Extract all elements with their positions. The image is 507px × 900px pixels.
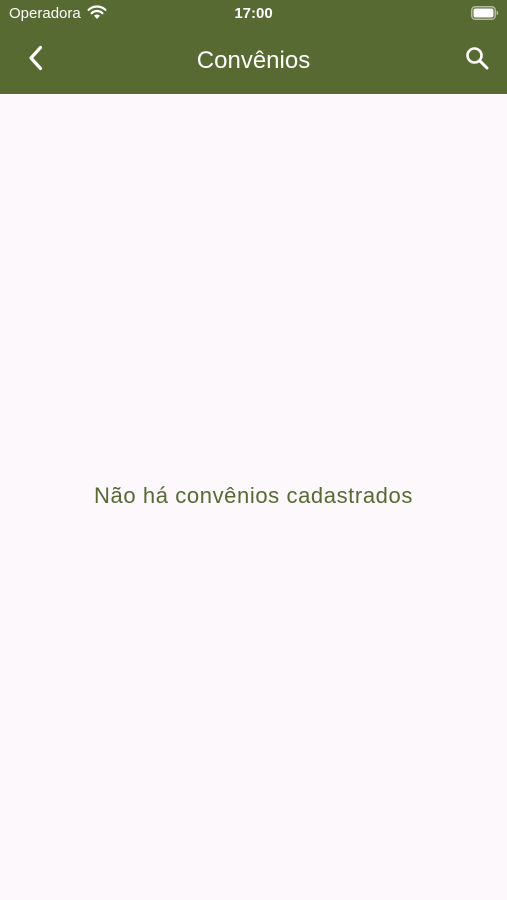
chevron-left-icon — [28, 45, 44, 76]
page-title: Convênios — [196, 47, 311, 74]
search-icon — [465, 46, 489, 75]
navigation-bar: Convênios — [0, 28, 507, 94]
back-button[interactable] — [18, 42, 54, 78]
content-area: Não há convênios cadastrados — [0, 94, 507, 900]
app-screen: Operadora 17:00 Convênios Não há convêni… — [0, 0, 507, 900]
status-time: 17:00 — [234, 5, 273, 22]
empty-state-message: Não há convênios cadastrados — [94, 483, 413, 508]
status-bar: Operadora 17:00 — [0, 0, 507, 28]
battery-full-icon — [471, 6, 499, 20]
search-button[interactable] — [458, 42, 496, 78]
app-bar: Operadora 17:00 Convênios — [0, 0, 507, 94]
